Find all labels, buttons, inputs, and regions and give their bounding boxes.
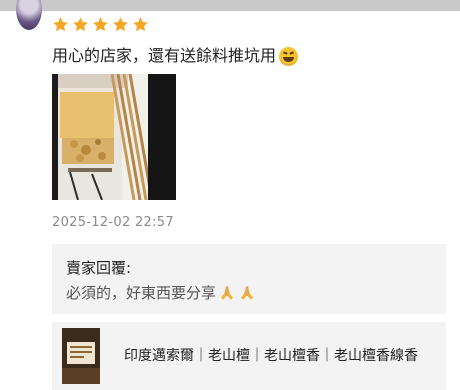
seller-reply-label: 賣家回覆: [66, 259, 132, 277]
seller-reply-message: 必須的，好東西要分享 [66, 284, 217, 302]
review-timestamp: 2025-12-02 22:57 [52, 215, 174, 230]
folded-hands-icon [218, 284, 236, 302]
top-divider-bar [0, 0, 460, 11]
review-text: 用心的店家，還有送餘料推坑用 [52, 44, 299, 68]
review-photo[interactable] [52, 74, 176, 200]
grinning-squinting-face-icon [279, 46, 299, 66]
star-icon [52, 16, 69, 33]
star-icon [132, 16, 149, 33]
star-rating [52, 16, 149, 36]
seller-reply-box: 賣家回覆: 必須的，好東西要分享 [52, 244, 446, 314]
star-icon [92, 16, 109, 33]
star-icon [112, 16, 129, 33]
folded-hands-icon [238, 284, 256, 302]
product-card[interactable]: 印度邁索爾｜老山檀｜老山檀香｜老山檀香線香 [52, 322, 446, 390]
star-icon [72, 16, 89, 33]
seller-reply-text: 必須的，好東西要分享 [66, 282, 256, 304]
reviewer-avatar[interactable] [16, 0, 42, 30]
product-thumbnail [62, 328, 100, 384]
review-comment: 用心的店家，還有送餘料推坑用 [52, 46, 277, 65]
product-title: 印度邁索爾｜老山檀｜老山檀香｜老山檀香線香 [124, 348, 418, 364]
